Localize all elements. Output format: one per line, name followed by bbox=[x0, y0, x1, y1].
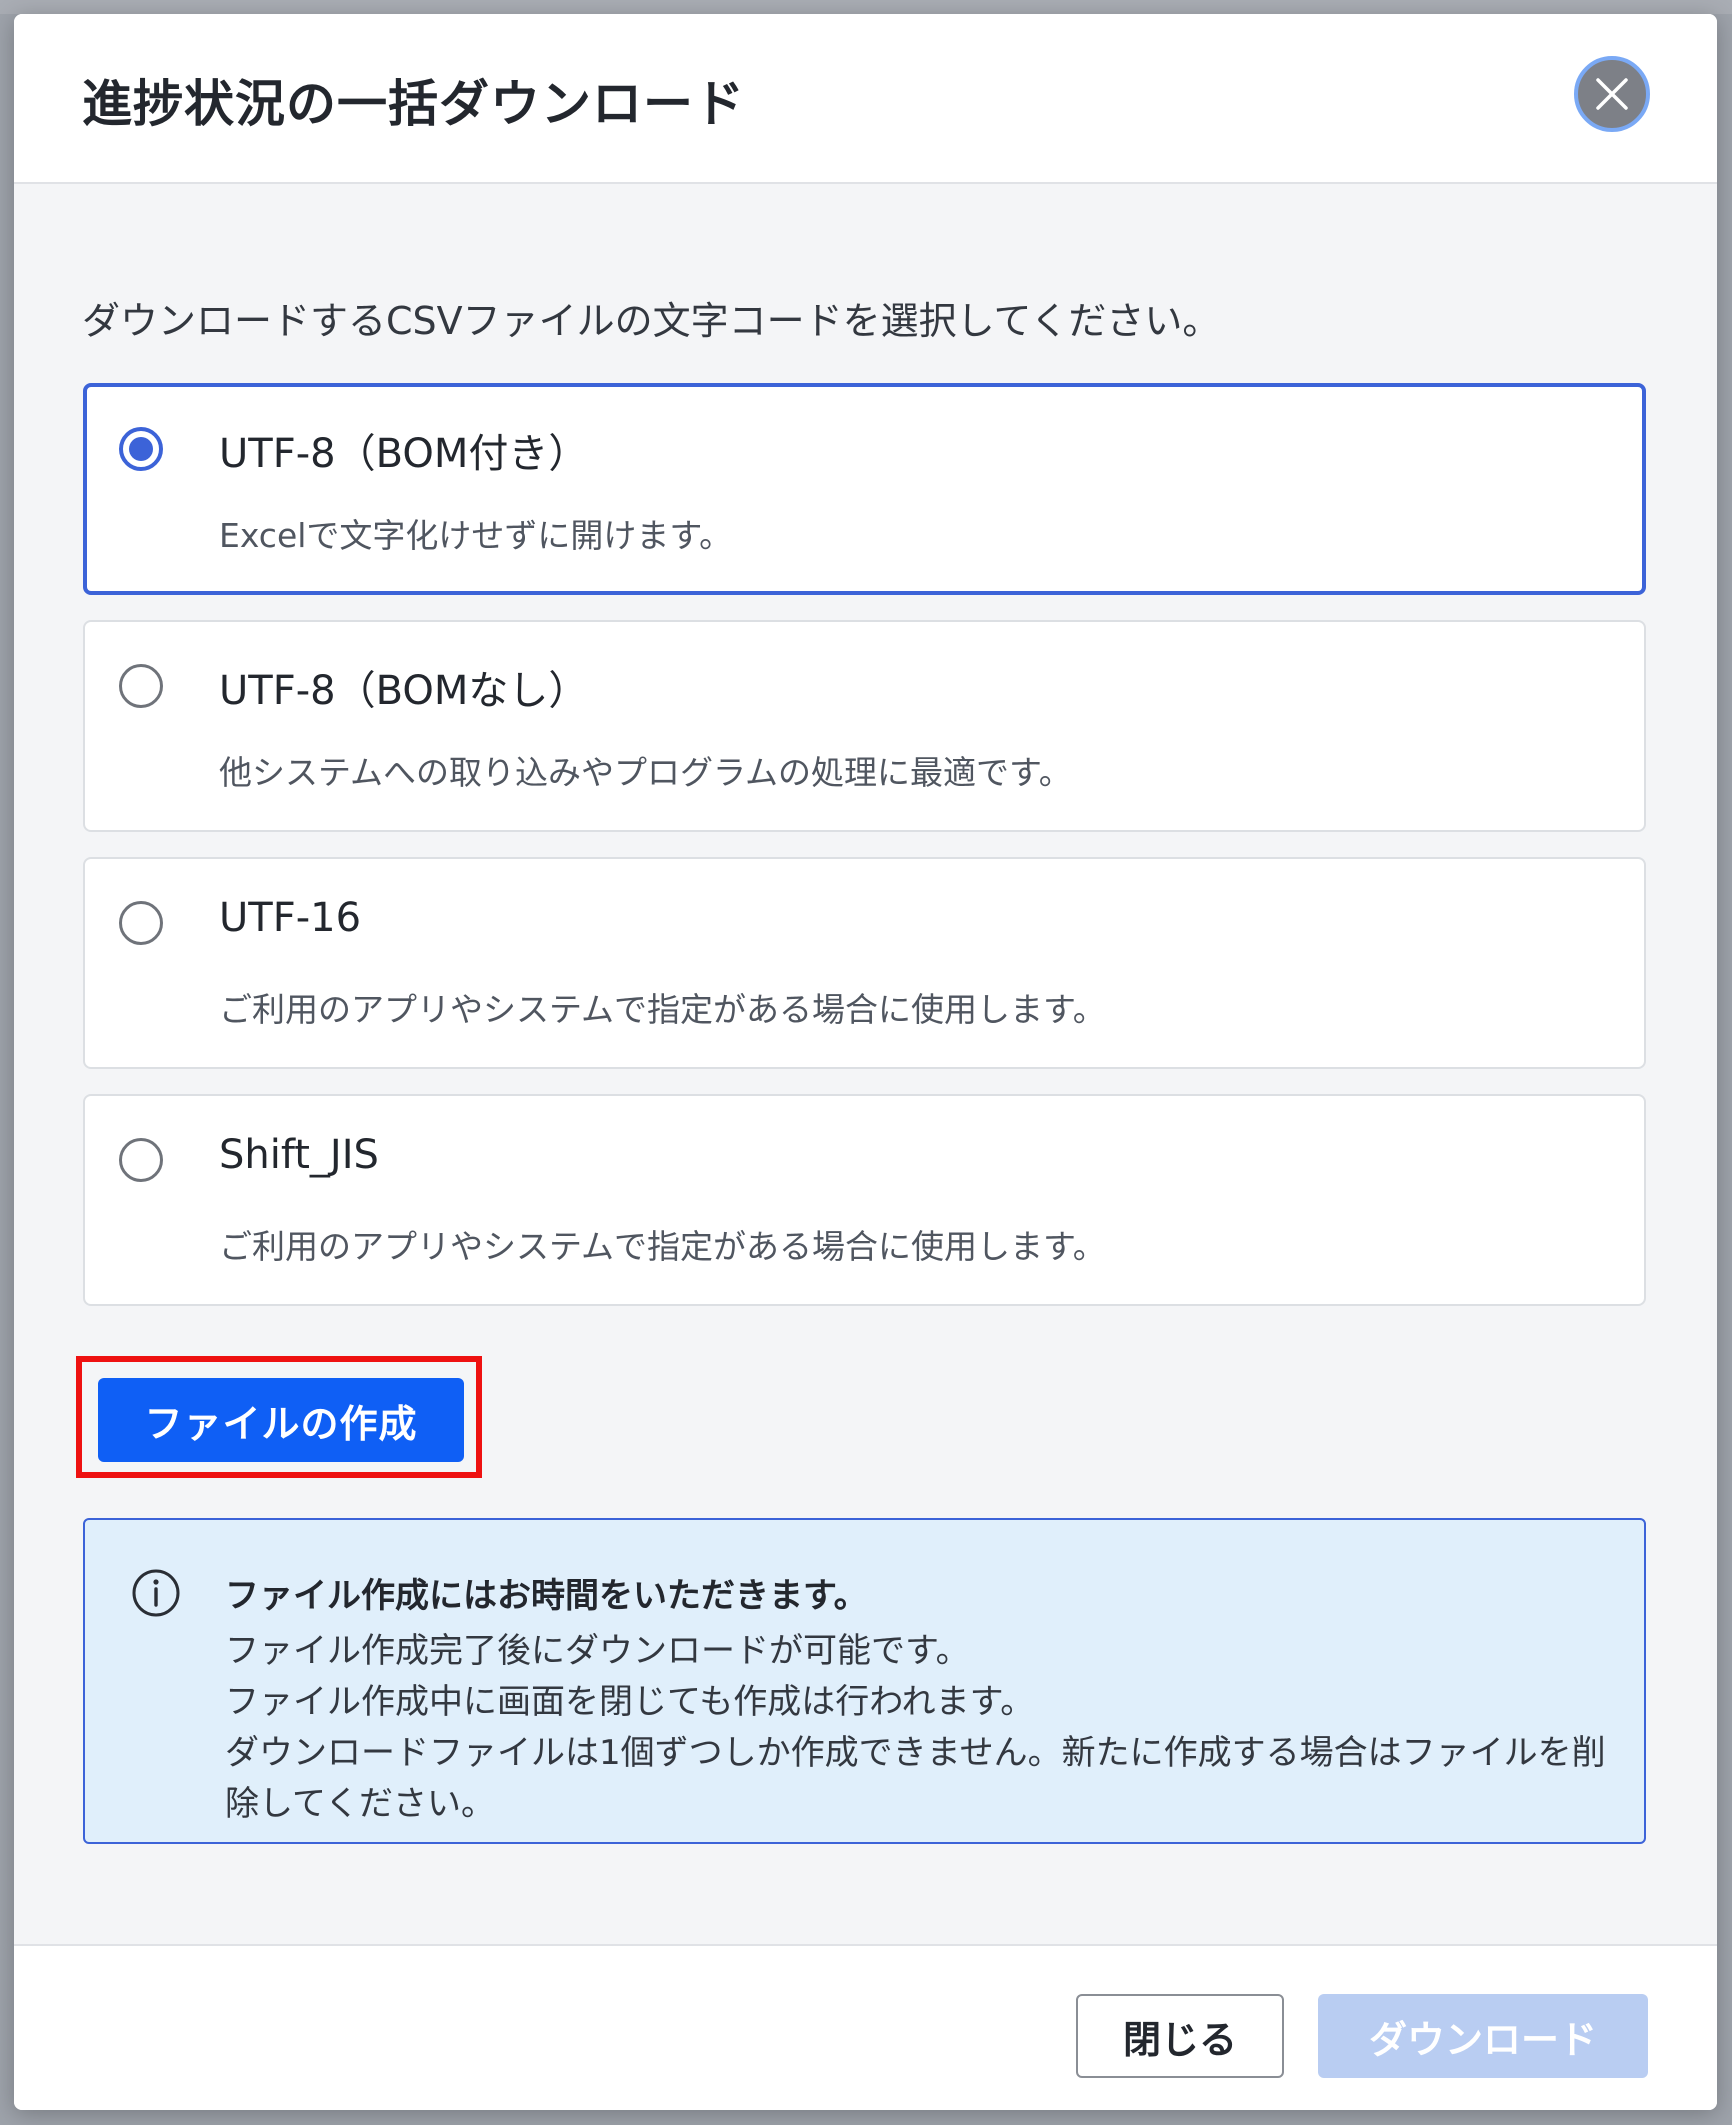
create-file-button[interactable]: ファイルの作成 bbox=[98, 1378, 464, 1462]
download-dialog: 進捗状況の一括ダウンロード ダウンロードするCSVファイルの文字コードを選択して… bbox=[14, 14, 1717, 2110]
dialog-footer: 閉じる ダウンロード bbox=[14, 1944, 1717, 2110]
info-line: ファイル作成中に画面を閉じても作成は行われます。 bbox=[225, 1682, 1035, 1722]
info-line: ファイル作成完了後にダウンロードが可能です。 bbox=[225, 1631, 970, 1671]
option-label: UTF-8（BOMなし） bbox=[219, 668, 589, 714]
download-button[interactable]: ダウンロード bbox=[1318, 1994, 1648, 2078]
close-icon bbox=[1596, 78, 1628, 110]
dialog-title: 進捗状況の一括ダウンロード bbox=[82, 75, 745, 133]
option-shift-jis[interactable]: Shift_JIS ご利用のアプリやシステムで指定がある場合に使用します。 bbox=[83, 1094, 1646, 1306]
radio-unselected[interactable] bbox=[119, 664, 163, 708]
option-label: UTF-16 bbox=[219, 895, 362, 941]
option-utf16[interactable]: UTF-16 ご利用のアプリやシステムで指定がある場合に使用します。 bbox=[83, 857, 1646, 1069]
option-label: Shift_JIS bbox=[219, 1132, 379, 1178]
info-line: ダウンロードファイルは1個ずつしか作成できません。新たに作成する場合はファイルを… bbox=[225, 1733, 1606, 1773]
option-utf8-bom[interactable]: UTF-8（BOM付き） Excelで文字化けせずに開けます。 bbox=[83, 383, 1646, 595]
option-utf8-no-bom[interactable]: UTF-8（BOMなし） 他システムへの取り込みやプログラムの処理に最適です。 bbox=[83, 620, 1646, 832]
info-title: ファイル作成にはお時間をいただきます。 bbox=[225, 1576, 868, 1616]
radio-unselected[interactable] bbox=[119, 1138, 163, 1182]
option-description: ご利用のアプリやシステムで指定がある場合に使用します。 bbox=[219, 1227, 1106, 1266]
dialog-header: 進捗状況の一括ダウンロード bbox=[14, 14, 1717, 184]
info-body: ファイル作成完了後にダウンロードが可能です。 ファイル作成中に画面を閉じても作成… bbox=[225, 1626, 1625, 1830]
close-button[interactable]: 閉じる bbox=[1076, 1994, 1284, 2078]
option-description: ご利用のアプリやシステムで指定がある場合に使用します。 bbox=[219, 990, 1106, 1029]
background-page bbox=[0, 0, 1732, 14]
info-notice: ファイル作成にはお時間をいただきます。 ファイル作成完了後にダウンロードが可能で… bbox=[83, 1518, 1646, 1844]
radio-selected[interactable] bbox=[119, 427, 163, 471]
option-label: UTF-8（BOM付き） bbox=[219, 431, 589, 477]
option-description: Excelで文字化けせずに開けます。 bbox=[219, 516, 733, 555]
info-icon bbox=[132, 1569, 180, 1617]
radio-unselected[interactable] bbox=[119, 901, 163, 945]
close-dialog-button[interactable] bbox=[1574, 56, 1650, 132]
info-line: 除してください。 bbox=[225, 1784, 495, 1824]
instruction-text: ダウンロードするCSVファイルの文字コードを選択してください。 bbox=[82, 299, 1221, 343]
option-description: 他システムへの取り込みやプログラムの処理に最適です。 bbox=[219, 753, 1072, 792]
